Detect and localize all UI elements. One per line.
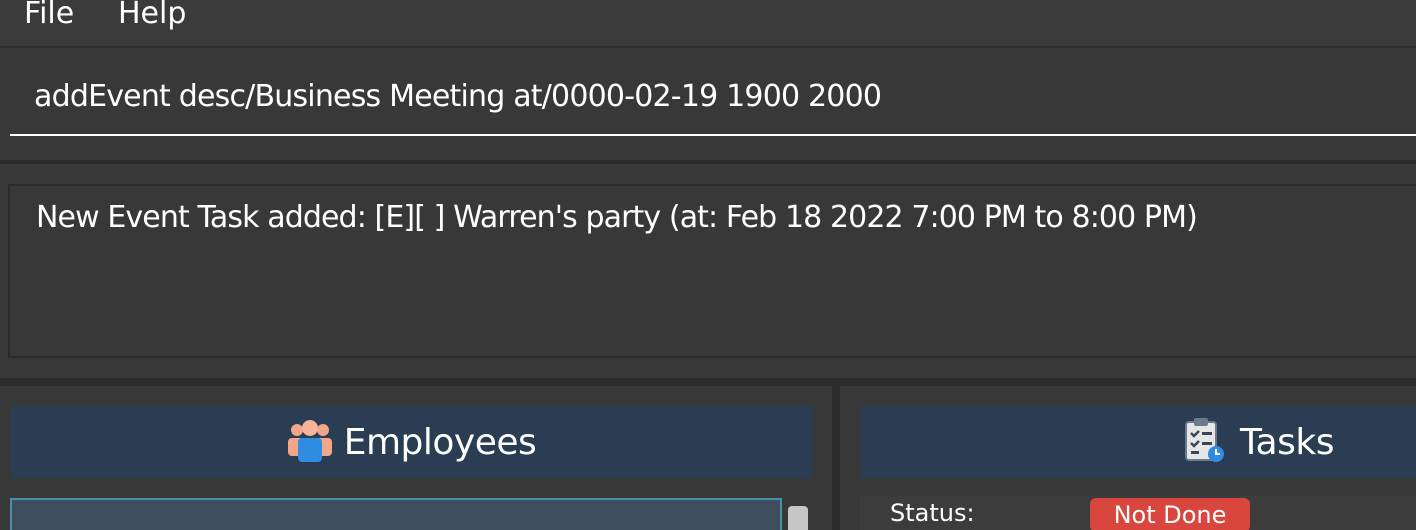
divider (0, 378, 1416, 386)
app-window: File Help New Event Task added: [E][ ] W… (0, 0, 1416, 530)
status-badge: Not Done (1090, 498, 1250, 530)
employee-panel: Employees (0, 386, 832, 530)
clipboard-checklist-icon (1182, 416, 1226, 468)
menu-bar: File Help (0, 0, 1416, 48)
task-title: Tasks (1240, 421, 1334, 463)
menu-file[interactable]: File (18, 0, 80, 40)
command-box (0, 48, 1416, 160)
panel-divider[interactable] (832, 386, 840, 530)
menu-help[interactable]: Help (112, 0, 192, 40)
result-display-area: New Event Task added: [E][ ] Warren's pa… (0, 164, 1416, 378)
task-card[interactable]: Status: Not Done (860, 496, 1416, 530)
employee-list-scrollbar[interactable] (788, 506, 808, 530)
status-label: Status: (890, 499, 975, 527)
result-message: New Event Task added: [E][ ] Warren's pa… (36, 200, 1198, 235)
employee-header: Employees (10, 406, 812, 478)
employee-list-item[interactable] (10, 498, 782, 530)
task-panel: Tasks Status: Not Done (840, 386, 1416, 530)
task-header: Tasks (860, 406, 1416, 478)
employee-title: Employees (343, 421, 537, 463)
command-input[interactable] (10, 58, 1416, 136)
people-icon (286, 418, 334, 466)
result-display[interactable]: New Event Task added: [E][ ] Warren's pa… (8, 184, 1416, 358)
